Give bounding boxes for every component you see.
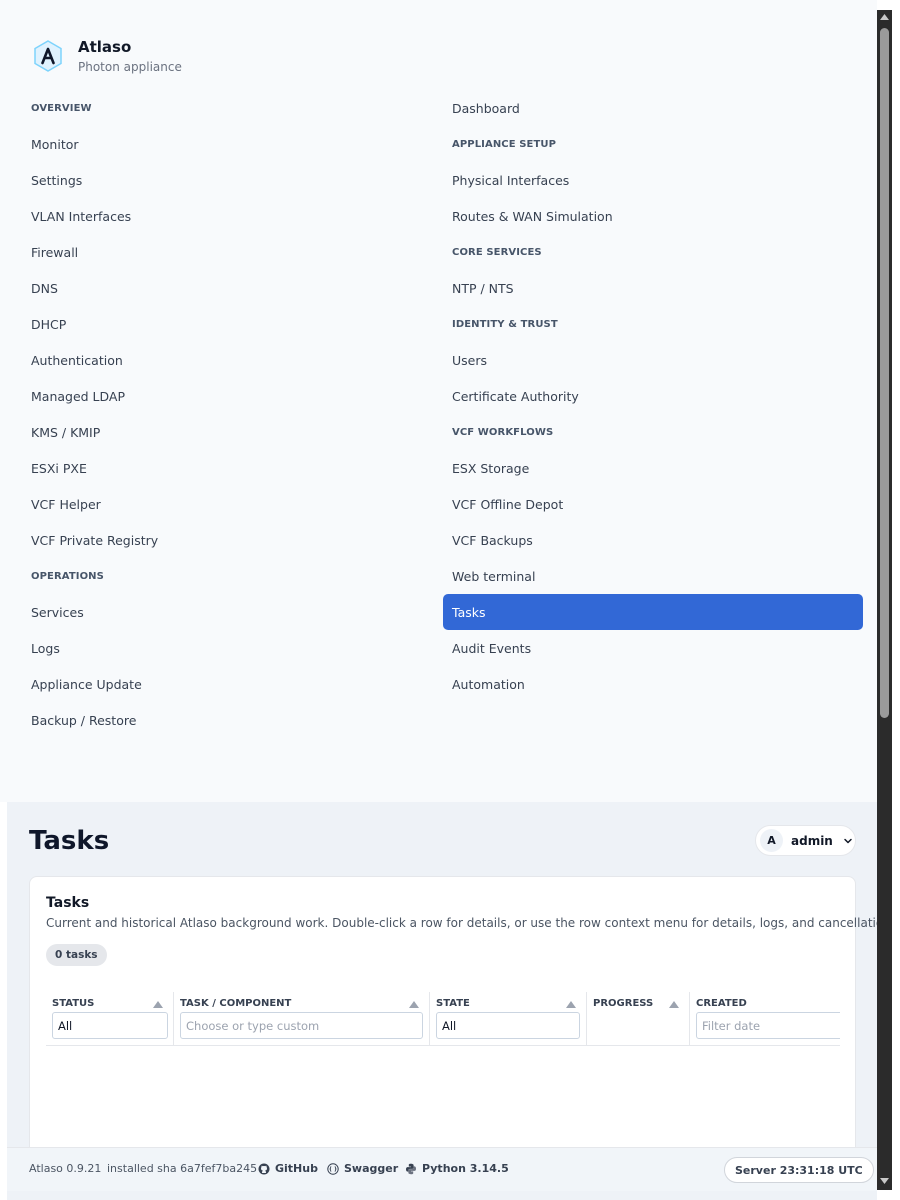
task-count-badge: 0 tasks [46,944,107,966]
brand-text: Atlaso Photon appliance [78,38,182,75]
sidebar-item-logs[interactable]: Logs [22,630,442,666]
sidebar-item-dashboard[interactable]: Dashboard [443,90,863,126]
brand[interactable]: Atlaso Photon appliance [34,38,182,75]
sidebar-item-kms-kmip[interactable]: KMS / KMIP [22,414,442,450]
status-filter-select[interactable]: All [52,1012,168,1039]
sidebar-item-esxi-pxe[interactable]: ESXi PXE [22,450,442,486]
sidebar-item-managed-ldap[interactable]: Managed LDAP [22,378,442,414]
sidebar-item-services[interactable]: Services [22,594,442,630]
column-header-task[interactable]: TASK / COMPONENT [180,998,291,1009]
installed-sha: installed sha 6a7fef7ba245 [107,1162,258,1175]
sidebar-item-audit-events[interactable]: Audit Events [443,630,863,666]
sidebar-item-settings[interactable]: Settings [22,162,442,198]
nav-section-vcf-workflows: VCF WORKFLOWS [452,426,554,438]
github-icon [258,1163,270,1174]
grid-column-status: STATUS All [46,992,173,1045]
page-title: Tasks [29,826,110,856]
scroll-down-icon[interactable] [880,1178,889,1184]
grid-column-progress: PROGRESS [586,992,689,1045]
server-time-badge: Server 23:31:18 UTC [724,1157,874,1183]
sidebar-item-web-terminal[interactable]: Web terminal [443,558,863,594]
nav-section-overview: OVERVIEW [31,102,92,114]
main-content: Tasks A admin Tasks Current and historic… [7,802,877,1200]
github-label: GitHub [275,1162,318,1175]
state-filter-select[interactable]: All [436,1012,580,1039]
sort-asc-icon[interactable] [566,1001,576,1008]
sort-asc-icon[interactable] [409,1001,419,1008]
sort-asc-icon[interactable] [153,1001,163,1008]
tasks-card: Tasks Current and historical Atlaso back… [29,876,877,1166]
sidebar-item-backup-restore[interactable]: Backup / Restore [22,702,442,738]
sidebar-item-vcf-backups[interactable]: VCF Backups [443,522,863,558]
chevron-down-icon [844,838,852,843]
scroll-up-icon[interactable] [880,14,889,20]
card-title: Tasks [46,895,90,911]
sidebar-item-physical-interfaces[interactable]: Physical Interfaces [443,162,863,198]
nav-column-right: Dashboard APPLIANCE SETUP Physical Interfa… [443,90,863,702]
sidebar-item-authentication[interactable]: Authentication [22,342,442,378]
swagger-icon [327,1162,339,1175]
atlaso-logo-icon [34,40,62,72]
sidebar-item-tasks[interactable]: Tasks [443,594,863,630]
sidebar-item-monitor[interactable]: Monitor [22,126,442,162]
sidebar-item-appliance-update[interactable]: Appliance Update [22,666,442,702]
sidebar-item-users[interactable]: Users [443,342,863,378]
page-scrollbar[interactable] [877,10,892,1190]
nav-section-identity-and-trust: IDENTITY & TRUST [452,318,558,330]
sidebar-item-routes-and-wan-simulation[interactable]: Routes & WAN Simulation [443,198,863,234]
sidebar-item-dns[interactable]: DNS [22,270,442,306]
app-version: Atlaso 0.9.21 [29,1162,102,1175]
app-viewport: Atlaso Photon appliance OVERVIEW Monitor S… [0,0,877,1200]
avatar: A [760,829,783,852]
nav-section-core-services: CORE SERVICES [452,246,542,258]
nav-section-appliance-setup: APPLIANCE SETUP [452,138,557,150]
card-description: Current and historical Atlaso background… [46,916,877,930]
sidebar-item-vcf-offline-depot[interactable]: VCF Offline Depot [443,486,863,522]
sidebar-nav: Atlaso Photon appliance OVERVIEW Monitor S… [0,0,877,802]
sidebar-item-esx-storage[interactable]: ESX Storage [443,450,863,486]
python-version: Python 3.14.5 [405,1162,509,1175]
sidebar-item-firewall[interactable]: Firewall [22,234,442,270]
nav-section-operations: OPERATIONS [31,570,104,582]
sidebar-item-ntp-nts[interactable]: NTP / NTS [443,270,863,306]
brand-subtitle: Photon appliance [78,60,182,74]
column-header-state[interactable]: STATE [436,998,470,1009]
task-filter-input[interactable]: Choose or type custom [180,1012,423,1039]
sidebar-item-vlan-interfaces[interactable]: VLAN Interfaces [22,198,442,234]
github-link[interactable]: GitHub [258,1162,318,1175]
python-label: Python 3.14.5 [422,1162,509,1175]
brand-name: Atlaso [78,38,132,56]
python-icon [406,1163,416,1174]
sidebar-item-vcf-helper[interactable]: VCF Helper [22,486,442,522]
created-filter-input[interactable]: Filter date [696,1012,840,1039]
grid-column-created: CREATED Filter date [689,992,840,1045]
swagger-link[interactable]: Swagger [327,1162,398,1175]
footer: Atlaso 0.9.21 installed sha 6a7fef7ba245… [7,1147,877,1191]
nav-column-left: OVERVIEW Monitor Settings VLAN Interfaces Fi… [22,90,442,738]
grid-column-task: TASK / COMPONENT Choose or type custom [173,992,429,1045]
column-header-progress[interactable]: PROGRESS [593,998,653,1009]
sidebar-item-certificate-authority[interactable]: Certificate Authority [443,378,863,414]
column-header-created[interactable]: CREATED [696,998,747,1009]
swagger-label: Swagger [344,1162,399,1175]
sort-asc-icon[interactable] [669,1001,679,1008]
tasks-grid: STATUS All TASK / COMPONENT Choose or ty… [46,992,840,1046]
user-name: admin [791,833,833,848]
sidebar-item-vcf-private-registry[interactable]: VCF Private Registry [22,522,442,558]
sidebar-item-automation[interactable]: Automation [443,666,863,702]
user-menu-button[interactable]: A admin [755,825,856,856]
grid-column-state: STATE All [429,992,586,1045]
column-header-status[interactable]: STATUS [52,998,94,1009]
sidebar-item-dhcp[interactable]: DHCP [22,306,442,342]
scrollbar-thumb[interactable] [880,28,889,718]
